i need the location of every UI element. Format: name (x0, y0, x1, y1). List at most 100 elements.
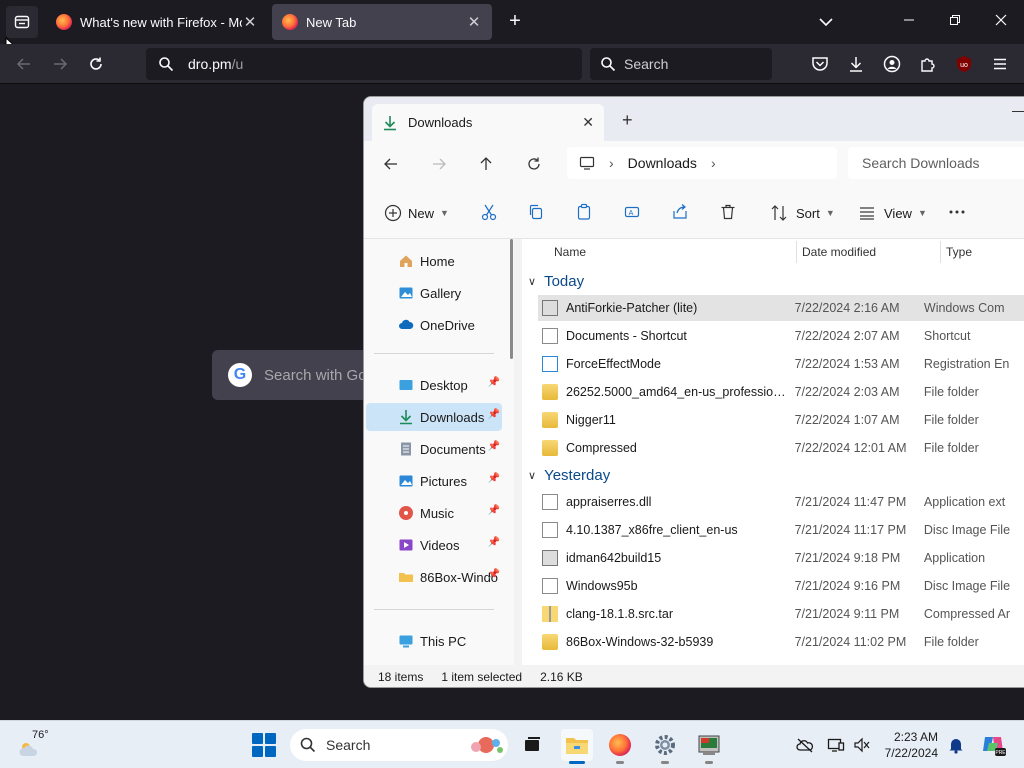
file-row[interactable]: clang-18.1.8.src.tar 7/21/2024 9:11 PM Com… (538, 601, 1024, 627)
onedrive-tray-icon[interactable] (795, 735, 815, 755)
rename-button[interactable]: A (621, 201, 643, 223)
new-tab-button[interactable]: + (504, 10, 526, 32)
close-window-button[interactable] (990, 10, 1012, 32)
file-row[interactable]: AntiForkie-Patcher (lite) 7/22/2024 2:16 … (538, 295, 1024, 321)
file-date-modified: 7/21/2024 9:18 PM (794, 551, 901, 565)
reload-icon (90, 57, 102, 70)
taskbar-app-86box[interactable] (693, 729, 725, 764)
file-name: appraiserres.dll (566, 495, 652, 509)
sort-button[interactable]: Sort ▼ (770, 201, 835, 225)
sidebar-item-86box[interactable]: 86Box-Windo 📌 (366, 563, 502, 591)
breadcrumb-downloads[interactable]: Downloads (628, 155, 697, 171)
copy-button[interactable] (525, 201, 547, 223)
sidebar-item-onedrive[interactable]: OneDrive (366, 311, 502, 339)
new-button[interactable]: New ▼ (384, 201, 449, 225)
sidebar-item-pictures[interactable]: Pictures 📌 (366, 467, 502, 495)
taskbar-file-explorer[interactable] (561, 729, 593, 764)
view-button[interactable]: View ▼ (858, 201, 927, 225)
column-header-label: Date modified (802, 245, 877, 259)
menu-button[interactable] (990, 54, 1010, 74)
task-view-button[interactable] (516, 729, 548, 761)
group-header[interactable]: ∨ Today (528, 269, 584, 293)
group-header[interactable]: ∨ Yesterday (528, 463, 610, 487)
file-row[interactable]: Windows95b 7/21/2024 9:16 PM Disc Image Fi… (538, 573, 1024, 599)
tab-new-tab[interactable]: New Tab ✕ (272, 4, 492, 40)
extensions-button[interactable] (918, 54, 938, 74)
column-header-type[interactable]: Type (946, 239, 972, 265)
folder-icon (542, 634, 558, 650)
downloads-button[interactable] (846, 54, 866, 74)
close-tab-icon[interactable]: ✕ (466, 13, 482, 31)
explorer-minimize-button[interactable] (1012, 111, 1024, 112)
sidebar-item-home[interactable]: Home (366, 247, 502, 275)
system-clock[interactable]: 2:23 AM 7/22/2024 (876, 729, 938, 761)
column-separator[interactable] (940, 241, 941, 263)
notifications-button[interactable] (946, 735, 966, 755)
column-header-date-modified[interactable]: Date modified (802, 239, 876, 265)
sidebar-item-this-pc[interactable]: This PC (366, 627, 502, 655)
back-button[interactable] (12, 52, 36, 76)
pocket-button[interactable] (810, 54, 830, 74)
network-tray-icon[interactable] (826, 735, 846, 755)
sidebar-item-music[interactable]: Music 📌 (366, 499, 502, 527)
account-button[interactable] (882, 54, 902, 74)
file-row[interactable]: 4.10.1387_x86fre_client_en-us 7/21/2024 1… (538, 517, 1024, 543)
file-row[interactable]: Compressed 7/22/2024 12:01 AM File folder (538, 435, 1024, 461)
taskbar-firefox[interactable] (604, 729, 636, 764)
file-name: Documents - Shortcut (566, 329, 687, 343)
file-row[interactable]: Nigger11 7/22/2024 1:07 AM File folder (538, 407, 1024, 433)
taskbar-settings[interactable] (649, 729, 681, 764)
start-button[interactable] (252, 733, 276, 757)
file-row[interactable]: 26252.5000_amd64_en-us_professional_d...… (538, 379, 1024, 405)
file-row[interactable]: appraiserres.dll 7/21/2024 11:47 PM Applic… (538, 489, 1024, 515)
copilot-button[interactable]: PRE (980, 731, 1006, 757)
forward-button[interactable] (48, 52, 72, 76)
sidebar-item-videos[interactable]: Videos 📌 (366, 531, 502, 559)
tab-whats-new[interactable]: What's new with Firefox - More ✕ (46, 4, 268, 40)
delete-button[interactable] (717, 201, 739, 223)
sidebar-item-gallery[interactable]: Gallery (366, 279, 502, 307)
volume-tray-icon[interactable] (852, 735, 872, 755)
search-placeholder: Search (624, 56, 669, 72)
explorer-forward-button[interactable] (428, 153, 450, 175)
sidebar-item-desktop[interactable]: Desktop 📌 (366, 371, 502, 399)
reload-button[interactable] (84, 52, 108, 76)
chevron-down-icon: ▼ (917, 208, 927, 218)
sidebar-item-documents[interactable]: Documents 📌 (366, 435, 502, 463)
explorer-tab-downloads[interactable]: Downloads ✕ (372, 104, 604, 141)
explorer-refresh-button[interactable] (523, 153, 545, 175)
ublock-origin-button[interactable]: uo (954, 54, 974, 74)
pin-icon: 📌 (487, 409, 500, 420)
firefox-view-button[interactable] (6, 6, 38, 38)
sidebar-item-downloads[interactable]: Downloads 📌 (366, 403, 502, 431)
minimize-button[interactable] (898, 10, 920, 32)
view-icon (860, 207, 874, 220)
file-row[interactable]: 86Box-Windows-32-b5939 7/21/2024 11:02 PM… (538, 629, 1024, 655)
search-bar[interactable]: Search (590, 48, 772, 80)
cut-button[interactable] (478, 201, 500, 223)
url-bar[interactable]: dro.pm/u (146, 48, 582, 80)
navigation-pane-scrollbar[interactable] (510, 239, 513, 359)
file-row[interactable]: Documents - Shortcut 7/22/2024 2:07 AM Sho… (538, 323, 1024, 349)
column-header-name[interactable]: Name (554, 239, 586, 265)
close-tab-icon[interactable]: ✕ (582, 114, 594, 131)
explorer-search-input[interactable]: Search Downloads (848, 147, 1024, 179)
file-row[interactable]: ForceEffectMode 7/22/2024 1:53 AM Registra… (538, 351, 1024, 377)
restore-button[interactable] (944, 10, 966, 32)
close-tab-icon[interactable]: ✕ (242, 13, 258, 31)
explorer-new-tab-button[interactable]: + (622, 110, 633, 131)
paste-button[interactable] (573, 201, 595, 223)
share-button[interactable] (669, 201, 691, 223)
explorer-back-button[interactable] (380, 153, 402, 175)
taskbar-search[interactable]: Search (290, 729, 508, 761)
file-row[interactable]: idman642build15 7/21/2024 9:18 PM Applicat… (538, 545, 1024, 571)
chevron-right-icon[interactable]: › (711, 155, 716, 171)
column-separator[interactable] (796, 241, 797, 263)
file-name: Nigger11 (566, 413, 616, 427)
explorer-address-bar[interactable]: › Downloads › (567, 147, 837, 179)
explorer-up-button[interactable] (475, 153, 497, 175)
weather-widget[interactable]: 76° (18, 729, 58, 761)
see-more-button[interactable] (946, 201, 968, 223)
new-button-label: New (408, 205, 435, 221)
list-all-tabs-button[interactable] (816, 12, 836, 32)
